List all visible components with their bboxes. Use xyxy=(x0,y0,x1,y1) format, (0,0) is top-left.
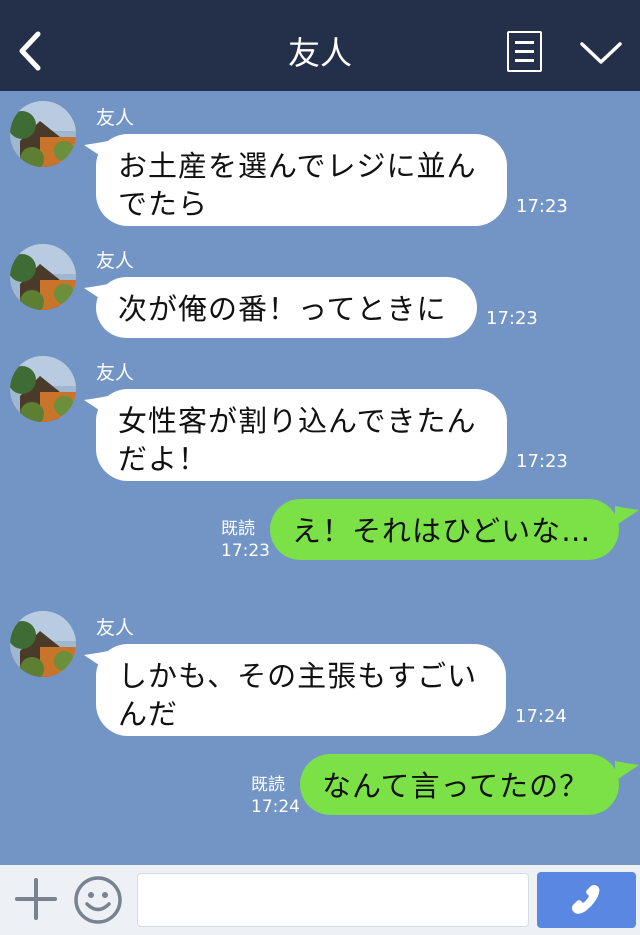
message-time: 17:24 xyxy=(515,706,567,727)
read-label: 既読 xyxy=(251,775,285,795)
message-time: 17:23 xyxy=(516,196,568,217)
chat-title: 友人 xyxy=(287,34,352,72)
message-bubble-outgoing[interactable]: え！それはひどいな… xyxy=(270,499,619,560)
chat-header: 友人 xyxy=(0,0,640,91)
message-time: 17:23 xyxy=(221,541,270,561)
call-button[interactable] xyxy=(537,872,636,928)
avatar[interactable] xyxy=(10,356,76,422)
sender-name: 友人 xyxy=(96,250,135,272)
message-list[interactable]: 友人 お土産を選んでレジに並ん でたら 17:23 友人 次が俺の番！ってときに… xyxy=(0,91,640,865)
message-time: 17:24 xyxy=(251,797,300,817)
message-bubble[interactable]: 女性客が割り込んできたん だよ！ xyxy=(96,389,507,481)
sender-name: 友人 xyxy=(96,107,135,129)
message-text-line: んだ xyxy=(118,697,179,731)
emoji-icon[interactable] xyxy=(73,875,123,925)
message-text-line: お土産を選んでレジに並ん xyxy=(118,149,477,183)
phone-icon xyxy=(571,884,600,914)
message-bubble[interactable]: 次が俺の番！ってときに xyxy=(96,277,477,338)
message-text-line: でたら xyxy=(118,187,209,221)
chevron-down-icon[interactable] xyxy=(579,38,623,68)
sender-name: 友人 xyxy=(96,617,135,639)
message-bubble[interactable]: しかも、その主張もすごい んだ xyxy=(96,644,506,736)
message-text-line: しかも、その主張もすごい xyxy=(118,659,478,693)
plus-icon[interactable] xyxy=(14,877,58,921)
bubble-tail xyxy=(615,506,639,526)
message-time: 17:23 xyxy=(486,308,538,329)
message-text-line: なんて言ってたの？ xyxy=(322,769,590,803)
read-receipt: 既読 17:24 xyxy=(251,774,300,818)
message-bubble-outgoing[interactable]: なんて言ってたの？ xyxy=(300,754,619,815)
avatar[interactable] xyxy=(10,611,76,677)
message-text-line: え！それはひどいな… xyxy=(292,514,592,548)
avatar[interactable] xyxy=(10,101,76,167)
message-text-line: 次が俺の番！ってときに xyxy=(118,292,447,326)
input-bar xyxy=(0,865,640,935)
read-label: 既読 xyxy=(221,519,255,539)
message-bubble[interactable]: お土産を選んでレジに並ん でたら xyxy=(96,134,507,226)
bubble-tail xyxy=(615,761,639,781)
message-input[interactable] xyxy=(137,873,529,927)
menu-icon[interactable] xyxy=(507,31,542,72)
message-time: 17:23 xyxy=(516,451,568,472)
message-text-line: 女性客が割り込んできたん xyxy=(118,404,477,438)
sender-name: 友人 xyxy=(96,362,135,384)
read-receipt: 既読 17:23 xyxy=(221,518,270,562)
avatar[interactable] xyxy=(10,244,76,310)
message-text-line: だよ！ xyxy=(118,442,209,476)
